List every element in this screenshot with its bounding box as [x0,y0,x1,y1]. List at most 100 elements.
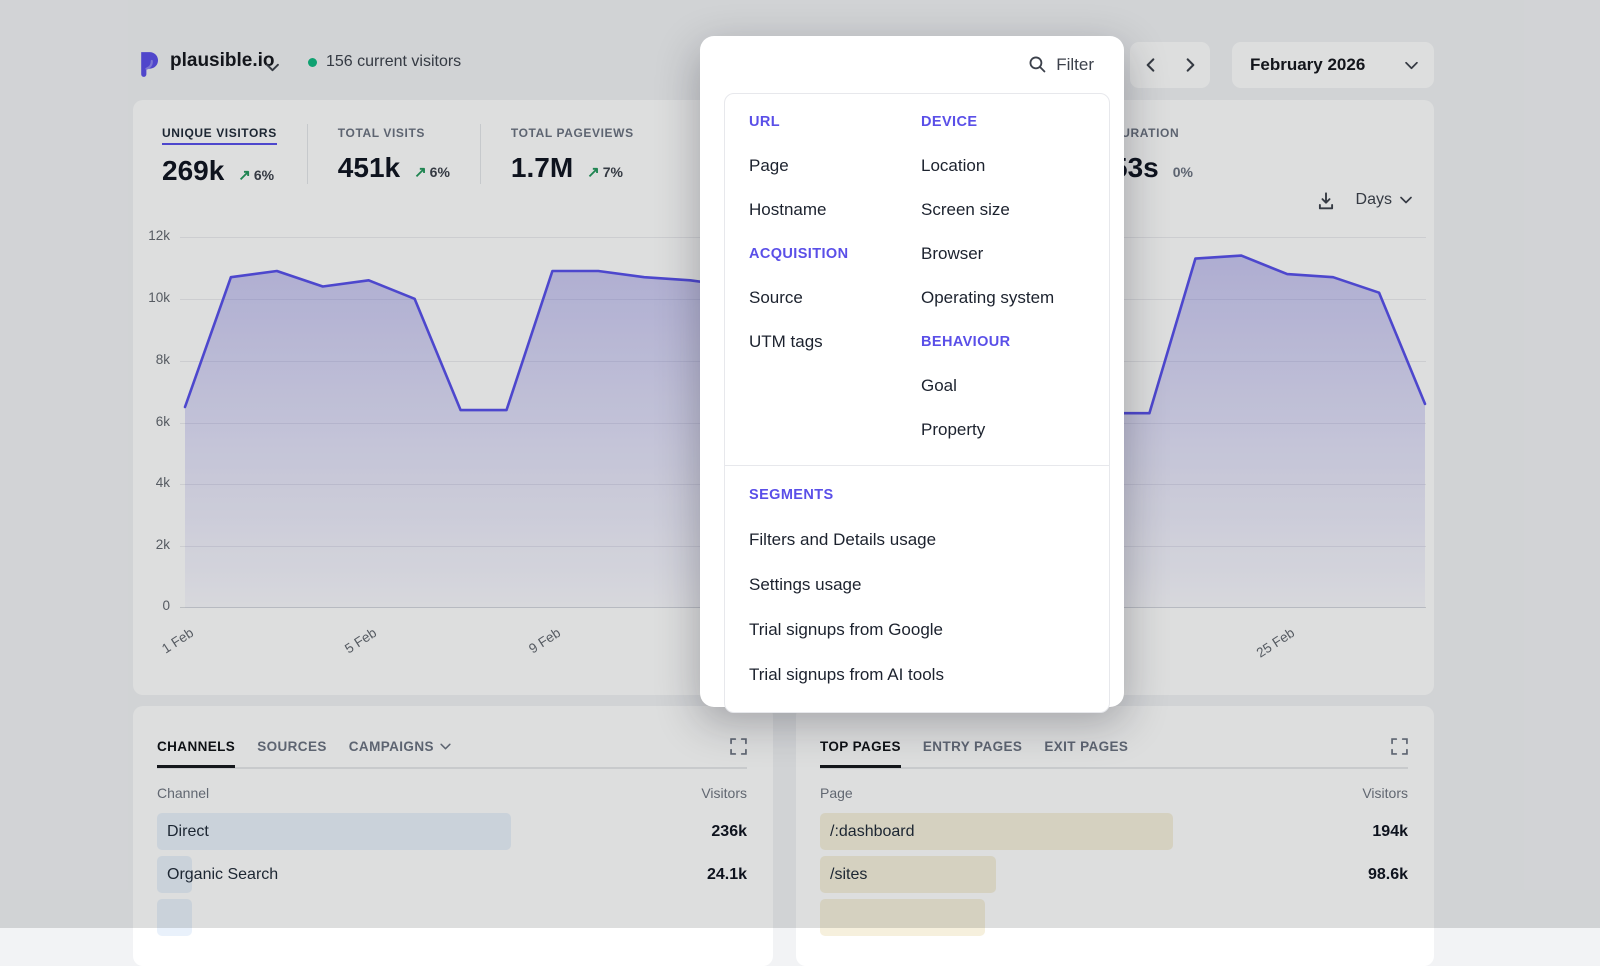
pages-table: /:dashboard 194k /sites 98.6k [820,810,1408,939]
column-visitors: Visitors [1362,785,1408,801]
row-label[interactable]: Direct [167,823,209,841]
row-value: 24.1k [707,866,747,884]
segment-item[interactable]: Trial signups from AI tools [749,660,1085,690]
prev-period-button[interactable] [1130,42,1170,88]
channels-card: CHANNELS SOURCES CAMPAIGNS Channel Visit… [133,706,773,966]
current-visitors-label: 156 current visitors [326,53,461,71]
table-row[interactable]: Organic Search 24.1k [157,853,747,896]
stat-change: 7% [603,164,623,180]
y-tick: 6k [120,414,170,429]
filter-item-location[interactable]: Location [921,151,1085,181]
stat-label: TOTAL PAGEVIEWS [511,126,634,140]
channels-tabs: CHANNELS SOURCES CAMPAIGNS [157,738,747,769]
column-channel: Channel [157,785,209,801]
export-download-icon[interactable] [1316,190,1336,210]
x-tick: 5 Feb [322,625,379,669]
filter-column-right: DEVICE Location Screen size Browser Oper… [921,107,1085,459]
y-tick: 10k [120,290,170,305]
live-dot-icon [308,58,317,67]
tab-channels[interactable]: CHANNELS [157,739,235,754]
table-header: Channel Visitors [157,785,747,801]
filter-button[interactable]: Filter [700,36,1124,93]
pages-tabs: TOP PAGES ENTRY PAGES EXIT PAGES [820,738,1408,769]
row-value: 194k [1372,823,1408,841]
plausible-logo-icon [137,50,162,82]
segments-section: SEGMENTS Filters and Details usage Setti… [725,465,1109,712]
stat-label: TOTAL VISITS [338,126,425,140]
period-arrows [1130,42,1210,88]
stats-row: UNIQUE VISITORS 269k ↗6% TOTAL VISITS 45… [162,124,664,187]
current-visitors[interactable]: 156 current visitors [308,53,461,71]
filter-item-operating-system[interactable]: Operating system [921,283,1085,313]
segment-item[interactable]: Settings usage [749,570,1085,600]
y-tick: 0 [120,598,170,613]
stat-change: 6% [430,164,450,180]
table-header: Page Visitors [820,785,1408,801]
stat-total-visits[interactable]: TOTAL VISITS 451k ↗6% [307,124,480,184]
stat-total-pageviews[interactable]: TOTAL PAGEVIEWS 1.7M ↗7% [480,124,664,184]
trend-up-icon: ↗ [414,163,427,181]
pages-card: TOP PAGES ENTRY PAGES EXIT PAGES Page Vi… [796,706,1434,966]
tab-entry-pages[interactable]: ENTRY PAGES [923,739,1022,754]
trend-up-icon: ↗ [238,166,251,184]
stat-label: UNIQUE VISITORS [162,126,277,145]
next-period-button[interactable] [1170,42,1210,88]
stat-value: 451k [338,152,400,184]
stat-visit-duration[interactable]: DURATION 53s 0% [1112,124,1193,184]
table-row[interactable]: Direct 236k [157,810,747,853]
site-switcher-chevron-down-icon[interactable] [266,59,279,77]
stat-value: 269k [162,155,224,187]
interval-select[interactable]: Days [1356,191,1412,209]
fullscreen-icon[interactable] [730,738,747,755]
row-label[interactable]: Organic Search [167,866,278,884]
row-bar [157,813,511,850]
x-tick: 25 Feb [1240,625,1297,669]
filter-section-heading: URL [749,107,921,137]
filter-item-source[interactable]: Source [749,283,921,313]
row-label[interactable]: /:dashboard [830,823,915,841]
interval-value: Days [1356,191,1392,209]
segments-heading: SEGMENTS [749,480,1085,510]
y-tick: 2k [120,537,170,552]
segment-item[interactable]: Trial signups from Google [749,615,1085,645]
fullscreen-icon[interactable] [1391,738,1408,755]
tab-campaigns-label: CAMPAIGNS [349,739,434,754]
date-range-select[interactable]: February 2026 [1232,42,1434,88]
column-visitors: Visitors [701,785,747,801]
stat-unique-visitors[interactable]: UNIQUE VISITORS 269k ↗6% [162,124,307,187]
filter-item-property[interactable]: Property [921,415,1085,445]
chevron-down-icon [1400,196,1412,204]
filter-item-screen-size[interactable]: Screen size [921,195,1085,225]
y-tick: 4k [120,475,170,490]
filter-section-heading: ACQUISITION [749,239,921,269]
table-row[interactable]: /:dashboard 194k [820,810,1408,853]
site-name[interactable]: plausible.io [170,50,275,72]
filter-item-utm-tags[interactable]: UTM tags [749,327,921,357]
filter-label: Filter [1056,55,1094,75]
row-bar [820,899,985,936]
row-label[interactable]: /sites [830,866,867,884]
filter-item-browser[interactable]: Browser [921,239,1085,269]
filter-item-goal[interactable]: Goal [921,371,1085,401]
x-tick: 1 Feb [139,625,196,669]
table-row[interactable]: /sites 98.6k [820,853,1408,896]
filter-item-page[interactable]: Page [749,151,921,181]
chevron-down-icon [1405,61,1418,70]
row-value: 98.6k [1368,866,1408,884]
filter-menu: URL Page Hostname ACQUISITION Source UTM… [724,93,1110,713]
stat-value: 1.7M [511,152,573,184]
tab-campaigns[interactable]: CAMPAIGNS [349,739,451,754]
tab-sources[interactable]: SOURCES [257,739,327,754]
tab-top-pages[interactable]: TOP PAGES [820,739,901,754]
tab-exit-pages[interactable]: EXIT PAGES [1044,739,1128,754]
stat-change: 6% [254,167,274,183]
filter-dropdown: Filter URL Page Hostname ACQUISITION Sou… [700,36,1124,707]
filter-item-hostname[interactable]: Hostname [749,195,921,225]
table-row-partial [820,896,1408,939]
trend-up-icon: ↗ [587,163,600,181]
row-bar [157,899,192,936]
date-range-value: February 2026 [1250,55,1365,75]
segment-item[interactable]: Filters and Details usage [749,525,1085,555]
y-tick: 8k [120,352,170,367]
filter-section-heading: DEVICE [921,107,1085,137]
